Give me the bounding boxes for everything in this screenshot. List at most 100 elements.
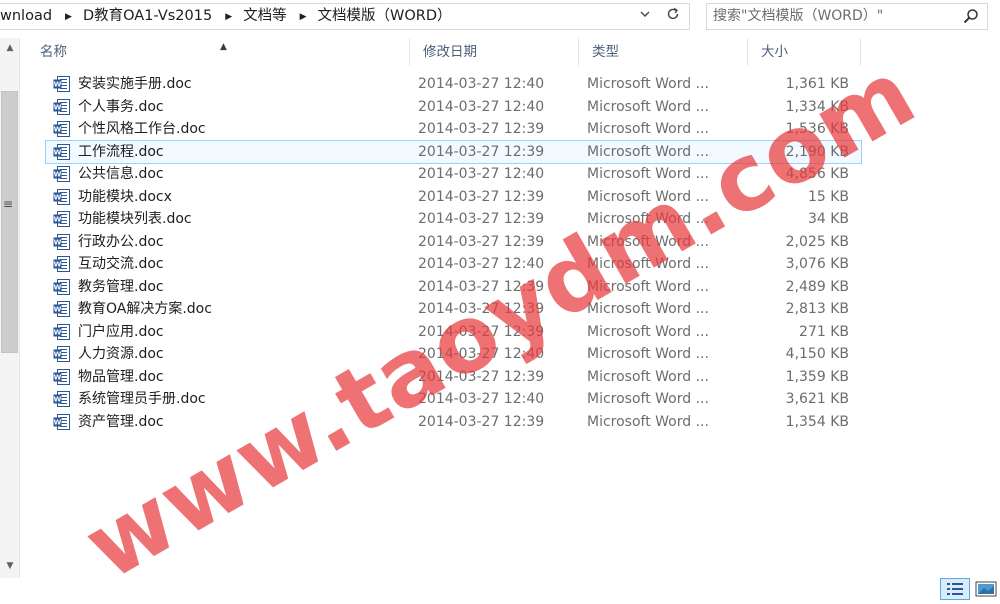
file-modified: 2014-03-27 12:40: [418, 256, 545, 272]
scrollbar-thumb[interactable]: [1, 91, 18, 353]
breadcrumb-item-download[interactable]: wnload: [0, 4, 52, 29]
file-size: 1,334 KB: [785, 98, 849, 115]
file-size: 3,076 KB: [785, 256, 849, 272]
file-type: Microsoft Word ...: [587, 346, 709, 362]
table-row[interactable]: W 系统管理员手册.doc 2014-03-27 12:40 Microsoft Wo…: [46, 388, 861, 411]
sort-ascending-icon: ▲: [220, 42, 227, 52]
address-bar-row: wnload ▶ D教育OA1-Vs2015 ▶ 文档等 ▶ 文档模版（WORD）: [0, 0, 1000, 36]
word-document-icon: W: [53, 98, 70, 115]
column-header-type[interactable]: 类型: [579, 38, 748, 66]
file-name: 人力资源.doc: [78, 346, 164, 362]
file-type: Microsoft Word ...: [587, 211, 709, 227]
word-document-icon: W: [53, 166, 70, 182]
vertical-scrollbar[interactable]: ▲ ≡ ▼: [0, 38, 20, 578]
word-document-icon: W: [53, 233, 70, 250]
table-row[interactable]: W 物品管理.doc 2014-03-27 12:39 Microsoft Word …: [46, 366, 861, 389]
file-size: 4,150 KB: [785, 346, 849, 362]
file-modified: 2014-03-27 12:39: [418, 233, 545, 250]
file-name: 行政办公.doc: [78, 233, 164, 250]
file-name: 个人事务.doc: [78, 98, 164, 115]
file-type: Microsoft Word ...: [587, 323, 709, 340]
table-row[interactable]: W 门户应用.doc 2014-03-27 12:39 Microsoft Word …: [46, 321, 861, 344]
file-size: 2,025 KB: [785, 233, 849, 250]
chevron-down-icon[interactable]: [636, 7, 654, 25]
chevron-right-icon[interactable]: ▶: [212, 5, 243, 30]
file-type: Microsoft Word ...: [587, 76, 709, 92]
svg-text:W: W: [54, 216, 62, 224]
file-name: 安装实施手册.doc: [78, 76, 192, 92]
file-name: 系统管理员手册.doc: [78, 391, 206, 407]
word-document-icon: W: [53, 391, 70, 407]
table-row[interactable]: W 个人事务.doc 2014-03-27 12:40 Microsoft Word …: [46, 96, 861, 119]
scroll-down-icon[interactable]: ▼: [0, 558, 20, 574]
word-document-icon: W: [53, 323, 70, 340]
column-header-modified[interactable]: 修改日期: [410, 38, 579, 66]
file-type: Microsoft Word ...: [587, 188, 709, 205]
file-name: 工作流程.doc: [78, 143, 164, 160]
table-row[interactable]: W 教务管理.doc 2014-03-27 12:39 Microsoft Word …: [46, 276, 861, 299]
word-document-icon: W: [53, 121, 70, 137]
file-modified: 2014-03-27 12:40: [418, 76, 545, 92]
large-icons-view-icon: [975, 581, 997, 597]
chevron-right-icon[interactable]: ▶: [287, 5, 318, 30]
breadcrumb-item-current[interactable]: 文档模版（WORD）: [318, 4, 452, 29]
svg-text:W: W: [54, 283, 62, 291]
file-modified: 2014-03-27 12:39: [418, 323, 545, 340]
svg-text:W: W: [54, 148, 62, 156]
table-row[interactable]: W 行政办公.doc 2014-03-27 12:39 Microsoft Word …: [46, 231, 861, 254]
table-row[interactable]: W 个性风格工作台.doc 2014-03-27 12:39 Microsoft Wo…: [46, 118, 861, 141]
breadcrumb-item-project[interactable]: D教育OA1-Vs2015: [83, 4, 212, 29]
table-row[interactable]: W 功能模块列表.doc 2014-03-27 12:39 Microsoft Wor…: [46, 208, 861, 231]
search-icon[interactable]: [963, 8, 979, 24]
file-size: 1,361 KB: [785, 76, 849, 92]
search-box[interactable]: [706, 3, 988, 30]
breadcrumb-item-docs[interactable]: 文档等: [243, 4, 287, 29]
table-row[interactable]: W 安装实施手册.doc 2014-03-27 12:40 Microsoft Wor…: [46, 73, 861, 96]
table-row[interactable]: W 功能模块.docx 2014-03-27 12:39 Microsoft Word…: [46, 186, 861, 209]
file-name: 个性风格工作台.doc: [78, 121, 206, 137]
table-row[interactable]: W 工作流程.doc 2014-03-27 12:39 Microsoft Word …: [45, 139, 862, 164]
search-input[interactable]: [713, 6, 953, 26]
svg-text:W: W: [54, 306, 62, 314]
file-modified: 2014-03-27 12:39: [418, 278, 545, 295]
file-type: Microsoft Word ...: [587, 121, 709, 137]
file-name: 功能模块.docx: [78, 188, 172, 205]
column-header-name-label: 名称: [40, 44, 67, 60]
chevron-right-icon[interactable]: ▶: [52, 5, 83, 30]
column-header-name[interactable]: 名称 ▲: [27, 38, 410, 66]
word-document-icon: W: [53, 413, 70, 430]
details-view-button[interactable]: [940, 578, 970, 600]
file-name: 物品管理.doc: [78, 368, 164, 385]
file-type: Microsoft Word ...: [587, 413, 709, 430]
table-row[interactable]: W 人力资源.doc 2014-03-27 12:40 Microsoft Word …: [46, 343, 861, 366]
file-name: 资产管理.doc: [78, 413, 164, 430]
file-modified: 2014-03-27 12:40: [418, 391, 545, 407]
table-row[interactable]: W 互动交流.doc 2014-03-27 12:40 Microsoft Word …: [46, 253, 861, 276]
file-type: Microsoft Word ...: [587, 143, 709, 160]
file-type: Microsoft Word ...: [587, 98, 709, 115]
scroll-up-icon[interactable]: ▲: [0, 40, 20, 56]
table-row[interactable]: W 教育OA解决方案.doc 2014-03-27 12:39 Microsoft W…: [46, 298, 861, 321]
column-header-type-label: 类型: [592, 44, 619, 60]
file-modified: 2014-03-27 12:39: [418, 121, 545, 137]
word-document-icon: W: [53, 301, 70, 317]
file-name: 教育OA解决方案.doc: [78, 301, 212, 317]
svg-text:W: W: [54, 238, 62, 246]
address-bar[interactable]: wnload ▶ D教育OA1-Vs2015 ▶ 文档等 ▶ 文档模版（WORD）: [0, 3, 690, 30]
column-header-modified-label: 修改日期: [423, 44, 477, 60]
file-type: Microsoft Word ...: [587, 278, 709, 295]
file-size: 1,536 KB: [785, 121, 849, 137]
word-document-icon: W: [53, 368, 70, 385]
table-row[interactable]: W 公共信息.doc 2014-03-27 12:40 Microsoft Word …: [46, 163, 861, 186]
svg-text:W: W: [54, 418, 62, 426]
column-header-size[interactable]: 大小: [748, 38, 861, 66]
file-size: 2,190 KB: [785, 143, 849, 160]
file-size: 2,813 KB: [785, 301, 849, 317]
file-type: Microsoft Word ...: [587, 233, 709, 250]
large-icons-view-button[interactable]: [972, 578, 1000, 600]
file-name: 教务管理.doc: [78, 278, 164, 295]
file-list: W 安装实施手册.doc 2014-03-27 12:40 Microsoft Wor…: [45, 73, 862, 434]
svg-text:W: W: [54, 328, 62, 336]
table-row[interactable]: W 资产管理.doc 2014-03-27 12:39 Microsoft Word …: [46, 411, 861, 434]
refresh-icon[interactable]: [664, 7, 682, 25]
